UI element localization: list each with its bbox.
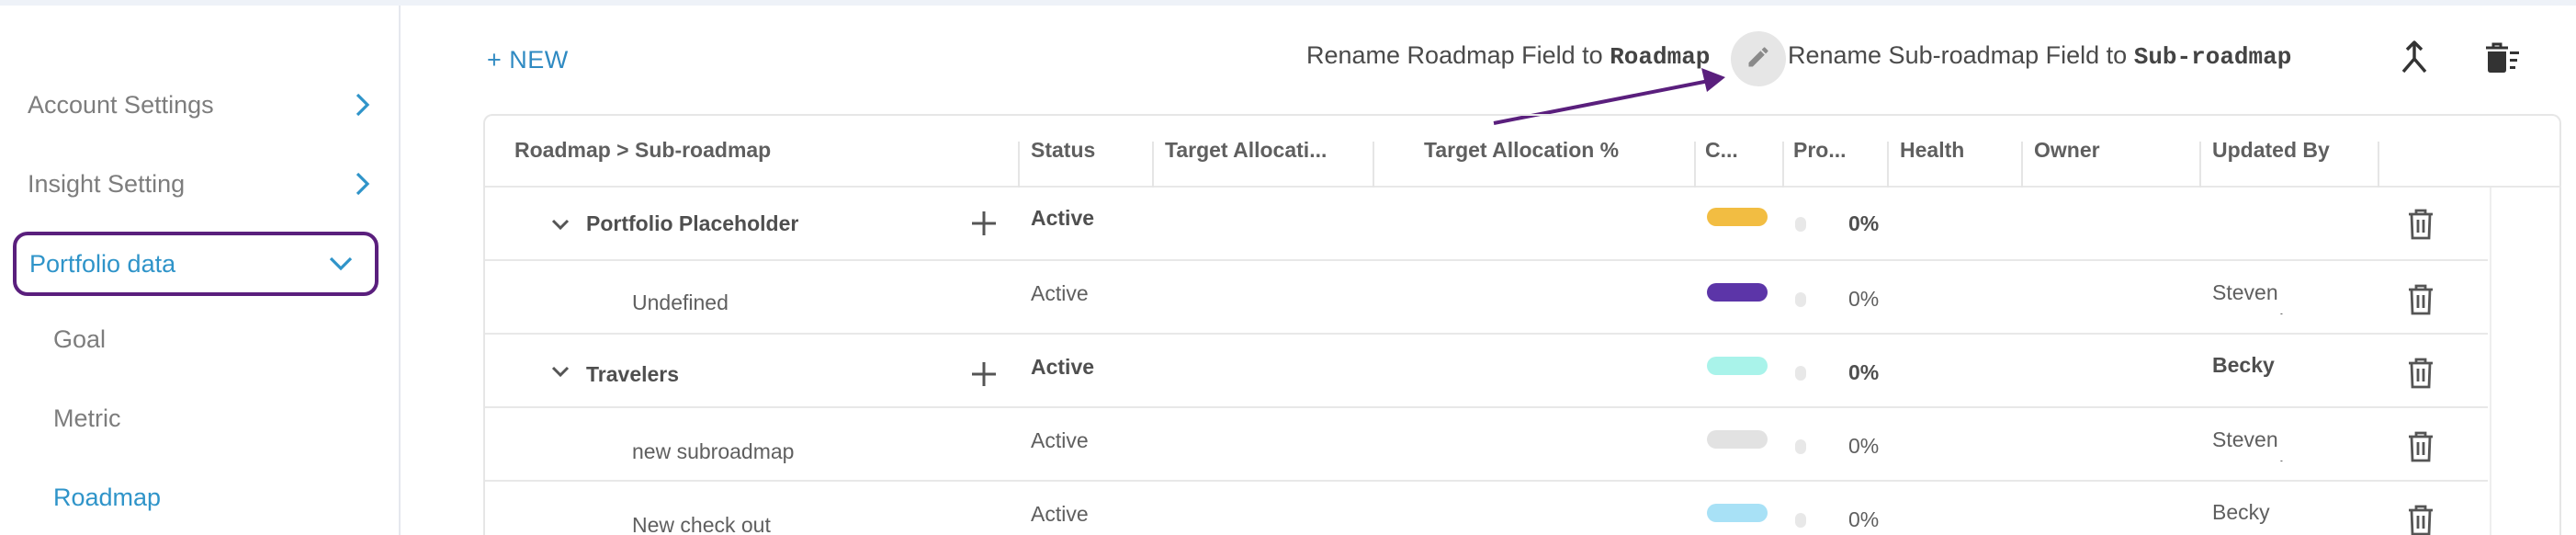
progress-indicator (1795, 292, 1806, 307)
column-header-updated-by[interactable]: Updated By (2212, 138, 2341, 163)
sidebar: Account Settings Insight Setting Portfol… (0, 6, 401, 535)
column-divider (1694, 142, 1696, 188)
progress-indicator (1795, 439, 1806, 454)
sidebar-subitem-metric[interactable]: Metric (53, 404, 121, 433)
column-header-health[interactable]: Health (1900, 138, 1992, 163)
roadmap-name: Travelers (586, 362, 680, 386)
progress-value: 0% (1848, 360, 1880, 384)
color-swatch[interactable] (1707, 283, 1768, 302)
new-button[interactable]: + NEW (487, 46, 569, 74)
column-header-target-allocation-pct[interactable]: Target Allocation % (1424, 138, 1644, 163)
chevron-down-icon[interactable] (549, 213, 571, 235)
table-row[interactable]: Undefined Active 0% Steven Fennerine (485, 261, 2488, 335)
table-row[interactable]: Portfolio Placeholder Active 0% (485, 188, 2488, 261)
column-divider (1018, 142, 1020, 188)
status-text: Active (1031, 428, 1089, 452)
sidebar-subitem-goal[interactable]: Goal (53, 325, 106, 354)
sidebar-item-label: Account Settings (28, 90, 214, 119)
column-header-color[interactable]: C... (1705, 138, 1747, 163)
column-divider (1373, 142, 1374, 188)
updated-by: Becky (2212, 500, 2270, 524)
progress-value: 0% (1848, 211, 1880, 235)
status-text: Active (1031, 355, 1095, 379)
color-swatch[interactable] (1707, 430, 1768, 449)
column-divider (2490, 188, 2491, 535)
column-divider (2199, 142, 2201, 188)
rename-roadmap-field[interactable]: Rename Roadmap Field to Roadmap (1306, 41, 1710, 71)
column-divider (1152, 142, 1154, 188)
progress-indicator (1795, 513, 1806, 528)
column-divider (1887, 142, 1889, 188)
color-swatch[interactable] (1707, 504, 1768, 522)
subroadmap-name: Undefined (632, 290, 729, 314)
edit-field-names-button[interactable] (1731, 31, 1786, 86)
column-header-target-allocation[interactable]: Target Allocati... (1165, 138, 1338, 163)
table-row[interactable]: New check out Active 0% Becky (485, 482, 2488, 535)
table-row[interactable]: Travelers Active 0% Becky (485, 335, 2488, 408)
delete-icon[interactable] (2407, 430, 2435, 463)
rename-subroadmap-value: Sub-roadmap (2133, 43, 2292, 71)
delete-icon[interactable] (2407, 504, 2435, 535)
sidebar-item-portfolio-data[interactable]: Portfolio data (13, 232, 378, 296)
chevron-right-icon (349, 91, 377, 119)
sidebar-item-label: Portfolio data (29, 249, 176, 278)
column-header-progress[interactable]: Pro... (1793, 138, 1852, 163)
progress-value: 0% (1848, 507, 1880, 531)
updated-by: Becky (2212, 353, 2275, 377)
table-header: Roadmap > Sub-roadmap Status Target Allo… (485, 116, 2561, 188)
status-text: Active (1031, 502, 1089, 526)
subroadmap-name: new subroadmap (632, 439, 795, 463)
sidebar-subitem-roadmap[interactable]: Roadmap (53, 484, 161, 512)
delete-icon[interactable] (2407, 283, 2435, 316)
column-header-status[interactable]: Status (1031, 138, 1141, 163)
column-divider (2378, 142, 2379, 188)
bulk-delete-button[interactable] (2480, 39, 2521, 79)
progress-value: 0% (1848, 287, 1880, 311)
progress-indicator (1795, 366, 1806, 381)
color-swatch[interactable] (1707, 357, 1768, 375)
edit-icon (1746, 44, 1771, 74)
sidebar-item-label: Insight Setting (28, 169, 186, 198)
delete-icon[interactable] (2407, 357, 2435, 390)
updated-by: Steven Fennerine (2212, 280, 2308, 314)
add-subroadmap-icon[interactable] (968, 359, 1000, 390)
status-text: Active (1031, 206, 1095, 230)
chevron-right-icon (349, 170, 377, 198)
rename-subroadmap-label: Rename Sub-roadmap Field to (1788, 41, 2128, 69)
delete-icon[interactable] (2407, 208, 2435, 241)
sidebar-item-insight-setting[interactable]: Insight Setting (28, 156, 377, 211)
updated-by: Steven Fennerine (2212, 427, 2308, 461)
column-header-roadmap[interactable]: Roadmap > Sub-roadmap (514, 138, 790, 163)
roadmap-name: Portfolio Placeholder (586, 211, 799, 235)
progress-indicator (1795, 217, 1806, 232)
chevron-down-icon (327, 250, 355, 278)
rename-subroadmap-field[interactable]: Rename Sub-roadmap Field to Sub-roadmap (1788, 41, 2291, 71)
add-subroadmap-icon[interactable] (968, 208, 1000, 239)
table-row[interactable]: new subroadmap Active 0% Steven Fennerin… (485, 408, 2488, 482)
progress-value: 0% (1848, 434, 1880, 458)
column-divider (1782, 142, 1784, 188)
rename-roadmap-value: Roadmap (1610, 43, 1711, 71)
color-swatch[interactable] (1707, 208, 1768, 226)
bulk-delete-icon (2480, 39, 2521, 80)
rename-roadmap-label: Rename Roadmap Field to (1306, 41, 1603, 69)
chevron-down-icon[interactable] (549, 360, 571, 382)
roadmap-table: Roadmap > Sub-roadmap Status Target Allo… (483, 114, 2561, 535)
column-header-owner[interactable]: Owner (2034, 138, 2144, 163)
merge-button[interactable] (2394, 39, 2435, 79)
status-text: Active (1031, 281, 1089, 305)
merge-icon (2398, 39, 2431, 80)
column-divider (2021, 142, 2023, 188)
subroadmap-name: New check out (632, 513, 771, 535)
sidebar-item-account-settings[interactable]: Account Settings (28, 77, 377, 132)
